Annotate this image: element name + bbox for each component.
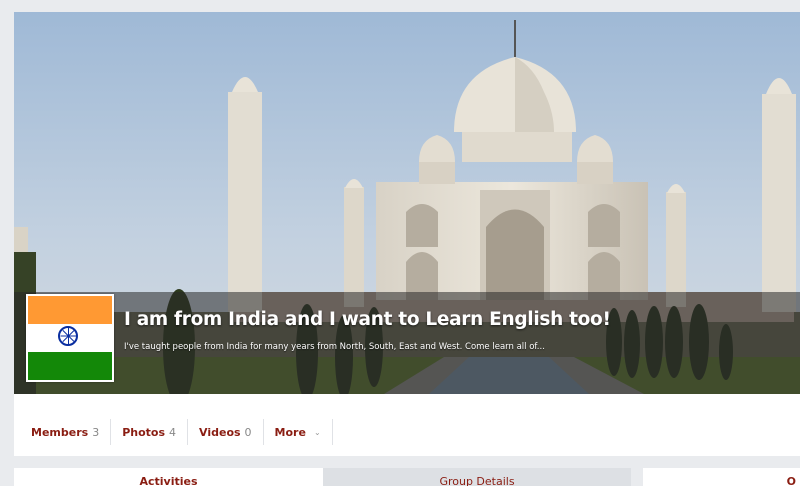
group-description: I've taught people from India for many y… xyxy=(124,342,545,352)
nav-photos-label: Photos xyxy=(122,425,166,439)
nav-videos-label: Videos xyxy=(199,425,241,439)
group-nav: Members 3 Photos 4 Videos 0 More ⌄ xyxy=(20,419,333,445)
tab-group-details[interactable]: Group Details xyxy=(323,468,631,486)
right-panel-header: O xyxy=(643,468,800,486)
nav-more-label: More xyxy=(274,425,306,439)
flag-green-stripe xyxy=(28,352,112,380)
flag-saffron-stripe xyxy=(28,296,112,324)
nav-members-count: 3 xyxy=(92,425,100,439)
chevron-down-icon: ⌄ xyxy=(313,427,321,437)
tab-activities[interactable]: Activities xyxy=(14,468,323,486)
ashoka-chakra-icon xyxy=(58,326,78,346)
nav-more-dropdown[interactable]: More ⌄ xyxy=(264,419,333,445)
nav-videos-count: 0 xyxy=(244,425,252,439)
cover-photo: I am from India and I want to Learn Engl… xyxy=(14,12,800,394)
nav-members[interactable]: Members 3 xyxy=(20,419,112,445)
nav-photos-count: 4 xyxy=(169,425,177,439)
nav-members-label: Members xyxy=(31,425,89,439)
group-avatar[interactable] xyxy=(26,294,114,382)
group-title: I am from India and I want to Learn Engl… xyxy=(124,309,611,330)
nav-photos[interactable]: Photos 4 xyxy=(111,419,189,445)
group-page: I am from India and I want to Learn Engl… xyxy=(14,12,800,486)
content-tabs: Activities Group Details O xyxy=(14,468,800,486)
flag-white-stripe xyxy=(28,324,112,352)
group-nav-bar: Members 3 Photos 4 Videos 0 More ⌄ xyxy=(14,394,800,456)
nav-videos[interactable]: Videos 0 xyxy=(188,419,264,445)
